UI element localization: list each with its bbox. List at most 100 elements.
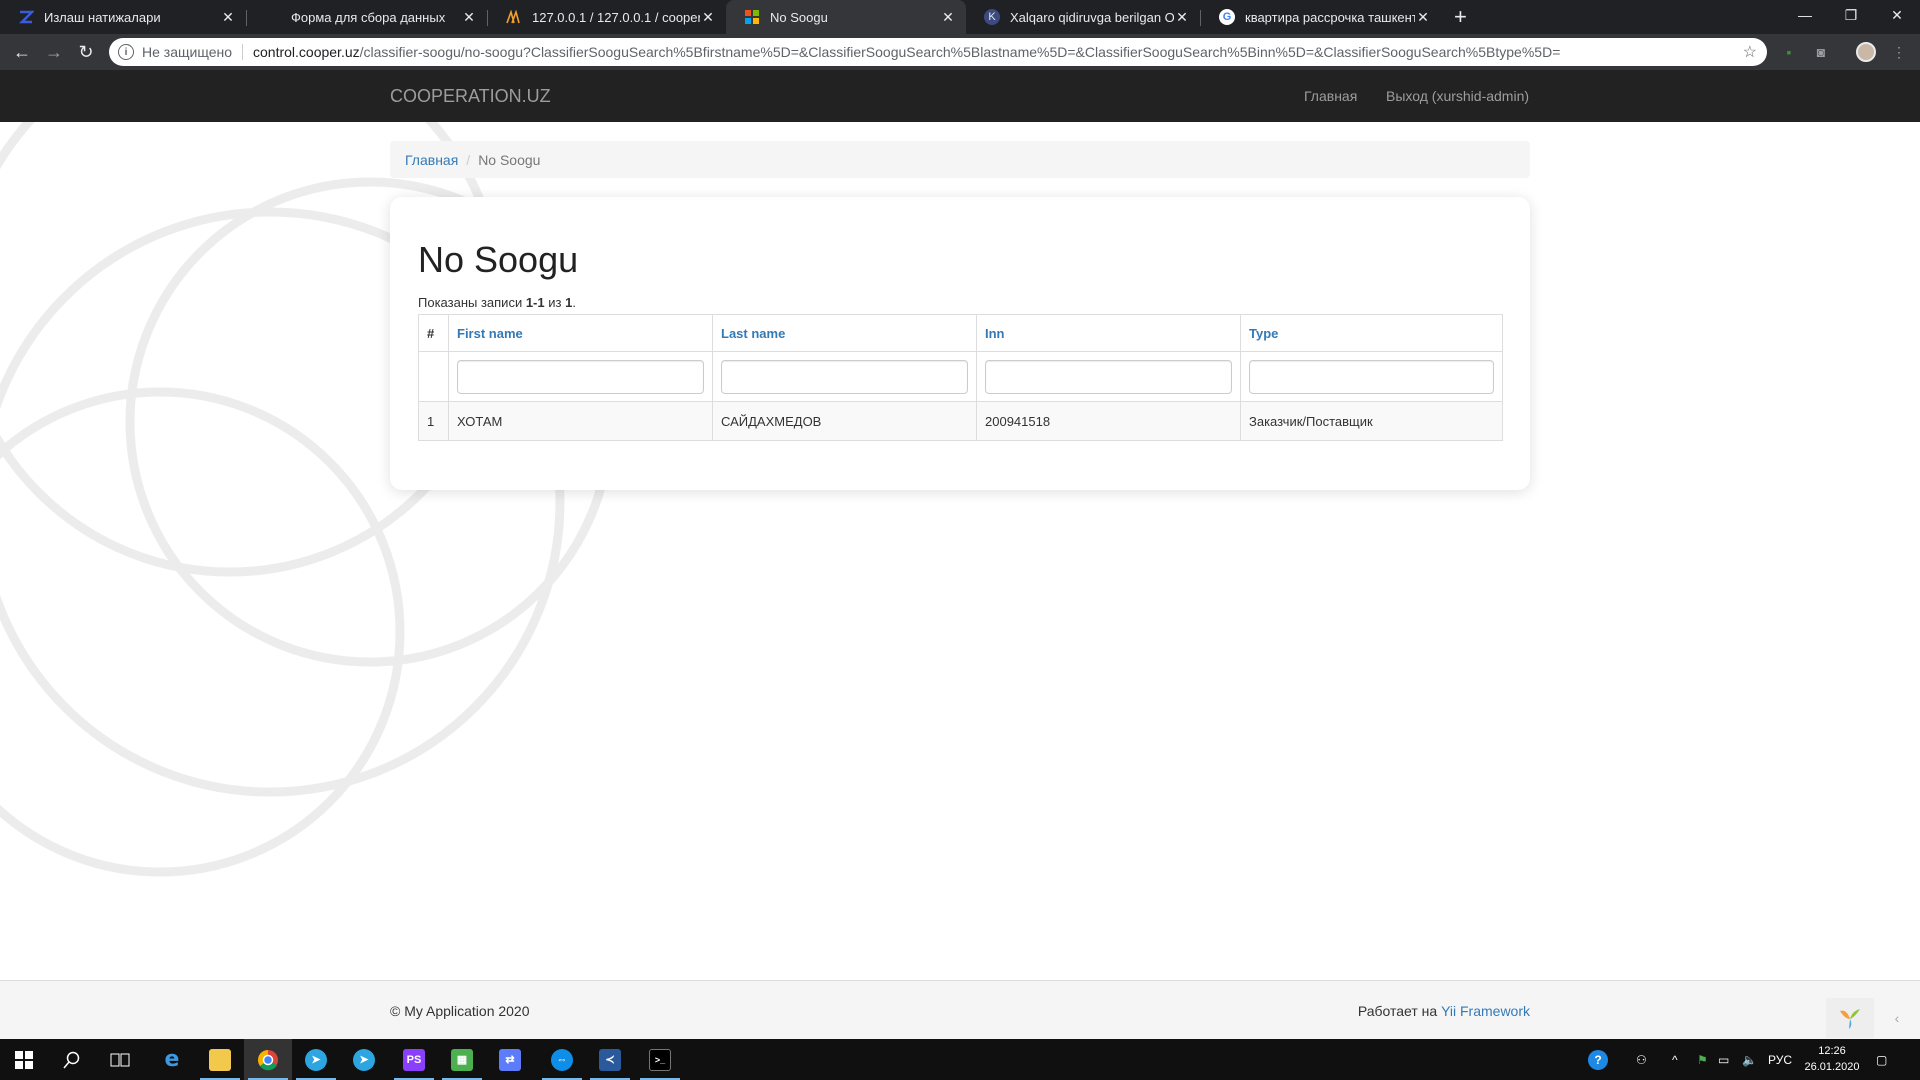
filter-cell-last-name [712,351,977,402]
system-clock[interactable]: 12:26 26.01.2020 [1800,1043,1864,1075]
reload-icon[interactable]: ↻ [74,40,98,64]
phpstorm-icon[interactable]: PS [390,1039,438,1080]
help-icon[interactable]: ? [1588,1039,1608,1080]
summary-mid: из [544,295,566,310]
blank-icon [265,9,281,25]
flag-icon[interactable]: ⚑ [1697,1039,1708,1080]
tab-forma[interactable]: Форма для сбора данных ✕ [247,0,487,34]
back-arrow-icon[interactable]: ← [10,40,34,64]
cell-last-name: САЙДАХМЕДОВ [712,401,977,441]
clock-date: 26.01.2020 [1804,1061,1860,1073]
cell-type: Заказчик/Поставщик [1240,401,1503,441]
telegram-icon[interactable]: ➤ [292,1039,340,1080]
tab-xalqaro[interactable]: K Xalqaro qidiruvga berilgan O'zbe ✕ [966,0,1200,34]
site-brand[interactable]: COOPERATION.UZ [390,86,551,107]
info-icon[interactable]: i [118,44,134,60]
close-window-icon[interactable]: ✕ [1874,0,1920,30]
tab-close-icon[interactable]: ✕ [220,9,236,26]
address-bar[interactable]: i Не защищено control.cooper.uz/classifi… [109,38,1767,66]
k-icon: K [984,9,1000,25]
tab-close-icon[interactable]: ✕ [1415,9,1431,26]
filter-type-input[interactable] [1249,359,1494,394]
volume-icon[interactable]: 🔈 [1742,1039,1757,1080]
profile-avatar[interactable] [1856,42,1876,62]
people-icon[interactable]: ⚇ [1636,1039,1647,1080]
network-app-icon[interactable]: ▦ [438,1039,486,1080]
powered-prefix: Работает на [1357,1003,1442,1019]
tab-title: Xalqaro qidiruvga berilgan O'zbe [1010,9,1174,25]
remote-desktop-icon[interactable]: ⇄ [486,1039,534,1080]
menu-dots-icon[interactable]: ⋮ [1890,43,1908,61]
terminal-icon[interactable]: >_ [636,1039,684,1080]
nav-logout-link[interactable]: Выход (xurshid-admin) [1386,88,1529,104]
site-navbar: COOPERATION.UZ Главная Выход (xurshid-ad… [0,70,1920,122]
notifications-icon[interactable]: ▢ [1876,1039,1887,1080]
security-label[interactable]: Не защищено [142,44,232,60]
filter-inn-input[interactable] [985,359,1232,394]
sort-last-name-link[interactable]: Last name [721,326,785,341]
tab-google-search[interactable]: G квартира рассрочка ташкент - Г ✕ [1201,0,1441,34]
tab-no-soogu[interactable]: No Soogu ✕ [726,0,966,34]
forward-arrow-icon[interactable]: → [42,40,66,64]
tray-expand-icon[interactable]: ^ [1672,1039,1678,1080]
yii-debug-logo-icon[interactable] [1826,998,1874,1038]
column-header-number: # [418,314,449,352]
restore-icon[interactable]: ❐ [1828,0,1874,30]
tab-close-icon[interactable]: ✕ [1174,9,1190,26]
url-text[interactable]: control.cooper.uz/classifier-soogu/no-so… [253,44,1743,60]
page-title: No Soogu [418,239,579,280]
tab-close-icon[interactable]: ✕ [940,9,956,26]
phpmyadmin-icon [506,9,522,25]
nav-home-link[interactable]: Главная [1304,88,1357,104]
edge-browser-icon[interactable]: e [148,1039,196,1080]
breadcrumb-home-link[interactable]: Главная [405,152,458,168]
sort-inn-link[interactable]: Inn [985,326,1005,341]
telegram-alt-icon[interactable]: ➤ [340,1039,388,1080]
windows-start-icon[interactable] [0,1039,48,1080]
sort-first-name-link[interactable]: First name [457,326,523,341]
extension-icon[interactable]: ▪ [1780,43,1798,61]
column-header-type[interactable]: Type [1240,314,1503,352]
debug-toolbar-toggle-icon[interactable]: ‹ [1874,998,1920,1038]
data-grid: # First name Last name Inn Type 1 ХОТАМ … [418,314,1503,441]
chrome-icon[interactable] [244,1039,292,1080]
filter-cell-first-name [448,351,713,402]
summary-end: . [572,295,576,310]
teamviewer-icon[interactable]: ⇔ [538,1039,586,1080]
column-header-last-name[interactable]: Last name [712,314,977,352]
search-icon[interactable] [48,1039,96,1080]
new-tab-plus-icon[interactable]: + [1454,4,1467,30]
tab-phpmyadmin[interactable]: 127.0.0.1 / 127.0.0.1 / cooper / u ✕ [488,0,726,34]
network-icon[interactable]: ▭ [1718,1039,1729,1080]
content-card: No Soogu Показаны записи 1-1 из 1. # Fir… [390,197,1530,490]
address-divider [242,44,243,60]
task-view-icon[interactable] [96,1039,144,1080]
column-header-first-name[interactable]: First name [448,314,713,352]
filter-last-name-input[interactable] [721,359,968,394]
file-explorer-icon[interactable] [196,1039,244,1080]
grid-filter-row [418,351,1503,402]
filter-first-name-input[interactable] [457,359,704,394]
clock-time: 12:26 [1818,1045,1846,1057]
vscode-icon[interactable]: ≺ [586,1039,634,1080]
cell-inn: 200941518 [976,401,1241,441]
sort-type-link[interactable]: Type [1249,326,1278,341]
cell-number: 1 [418,401,449,441]
tab-close-icon[interactable]: ✕ [700,9,716,26]
tab-izlash[interactable]: Излаш натижалари ✕ [0,0,246,34]
bookmark-star-icon[interactable]: ☆ [1743,42,1757,62]
tab-close-icon[interactable]: ✕ [461,9,477,26]
yii-framework-link[interactable]: Yii Framework [1441,1003,1530,1019]
summary-range: 1-1 [525,295,545,310]
tab-title: No Soogu [770,9,828,25]
footer-copyright: © My Application 2020 [390,1003,530,1019]
grid-summary: Показаны записи 1-1 из 1. [418,295,576,310]
column-header-inn[interactable]: Inn [976,314,1241,352]
table-row[interactable]: 1 ХОТАМ САЙДАХМЕДОВ 200941518 Заказчик/П… [418,401,1503,441]
browser-toolbar: ← → ↻ i Не защищено control.cooper.uz/cl… [0,34,1920,70]
breadcrumb-current: No Soogu [478,151,541,168]
language-indicator[interactable]: РУС [1768,1039,1792,1080]
camera-icon[interactable]: ◙ [1812,43,1830,61]
blue-z-icon [18,9,34,25]
minimize-icon[interactable]: — [1782,0,1828,30]
